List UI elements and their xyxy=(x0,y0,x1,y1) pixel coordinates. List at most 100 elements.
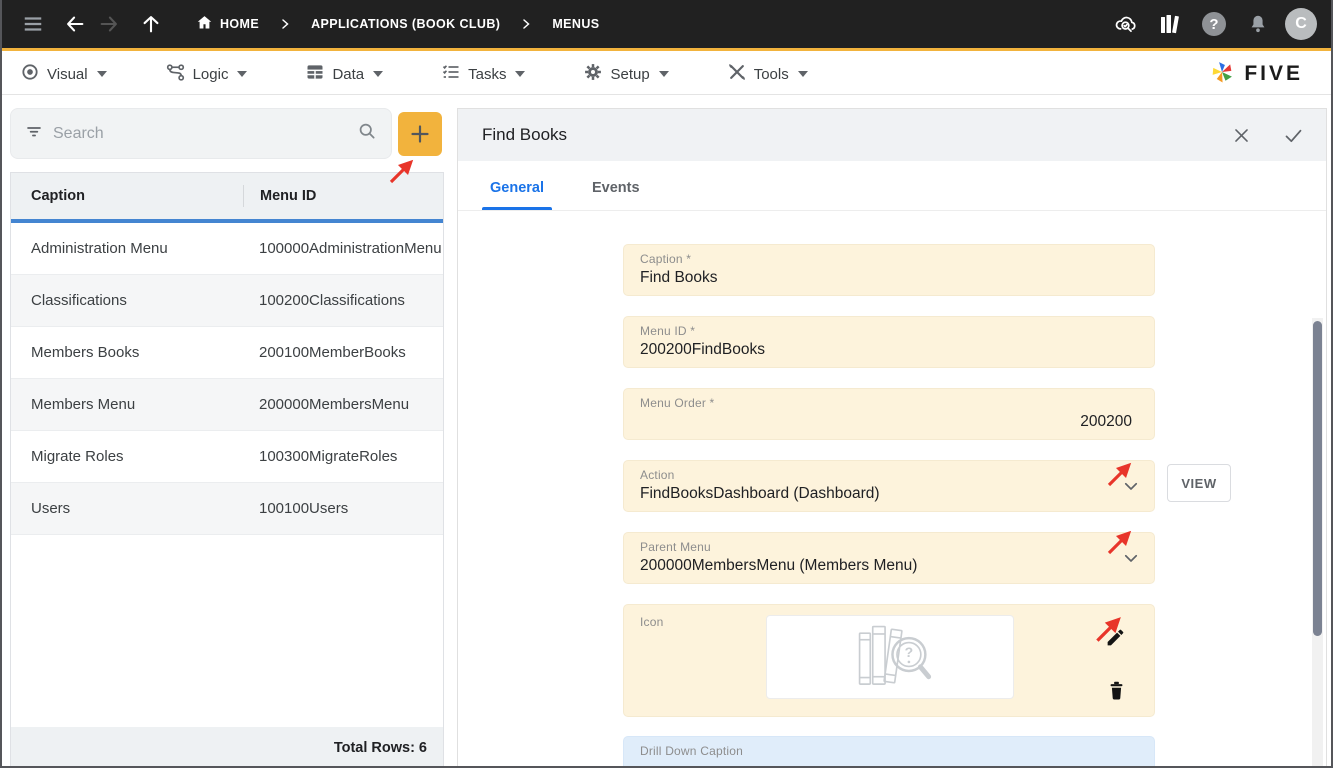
parent-menu-field-label: Parent Menu xyxy=(640,540,1138,554)
tab-events-label: Events xyxy=(592,180,640,196)
total-rows-label: Total Rows: 6 xyxy=(334,740,427,756)
form-scrollbar-track[interactable] xyxy=(1312,318,1323,768)
menu-data[interactable]: Data xyxy=(305,62,383,86)
list-footer: Total Rows: 6 xyxy=(11,727,443,768)
row-menu-id: 100000AdministrationMenu xyxy=(243,240,443,257)
menu-id-field[interactable]: Menu ID * 200200FindBooks xyxy=(623,316,1155,368)
save-check-icon[interactable] xyxy=(1280,122,1306,148)
chevron-down-icon xyxy=(373,71,383,77)
topbar-actions: ? C xyxy=(1109,7,1317,41)
menu-tools[interactable]: Tools xyxy=(727,62,808,86)
cloud-search-icon[interactable] xyxy=(1109,7,1143,41)
setup-gear-icon xyxy=(583,62,603,86)
chevron-down-icon[interactable] xyxy=(1122,477,1140,500)
close-icon[interactable] xyxy=(1228,122,1254,148)
menu-tasks[interactable]: Tasks xyxy=(441,62,525,86)
caption-field-label: Caption * xyxy=(640,252,1138,266)
help-icon[interactable]: ? xyxy=(1197,7,1231,41)
drill-down-field-label: Drill Down Caption xyxy=(640,744,1138,758)
filter-icon[interactable] xyxy=(25,122,43,145)
menu-logic[interactable]: Logic xyxy=(165,62,248,87)
help-glyph: ? xyxy=(1209,16,1218,33)
chevron-right-icon xyxy=(273,18,297,30)
menus-list: Caption Menu ID Administration Menu 1000… xyxy=(10,172,444,768)
tab-general[interactable]: General xyxy=(482,180,552,210)
icon-field: Icon ? xyxy=(623,604,1155,717)
menu-setup[interactable]: Setup xyxy=(583,62,668,86)
app-window: HOME APPLICATIONS (BOOK CLUB) MENUS ? C xyxy=(0,0,1333,768)
search-input[interactable] xyxy=(53,125,347,143)
avatar-initial: C xyxy=(1295,15,1307,33)
find-books-illustration: ? xyxy=(827,620,953,694)
breadcrumb-applications[interactable]: APPLICATIONS (BOOK CLUB) xyxy=(301,17,510,31)
table-row[interactable]: Administration Menu 100000Administration… xyxy=(11,223,443,275)
breadcrumb: HOME APPLICATIONS (BOOK CLUB) MENUS xyxy=(186,14,610,34)
drill-down-caption-field[interactable]: Drill Down Caption xyxy=(623,736,1155,768)
add-menu-button[interactable] xyxy=(398,112,442,156)
list-header: Caption Menu ID xyxy=(11,173,443,223)
row-caption: Classifications xyxy=(31,292,243,309)
menu-id-field-label: Menu ID * xyxy=(640,324,1138,338)
table-row[interactable]: Classifications 100200Classifications xyxy=(11,275,443,327)
hamburger-menu-icon[interactable] xyxy=(16,7,50,41)
row-caption: Migrate Roles xyxy=(31,448,243,465)
form-area: Caption * Find Books Menu ID * 200200Fin… xyxy=(458,211,1326,768)
menu-visual[interactable]: Visual xyxy=(20,62,107,86)
five-logo-icon xyxy=(1208,57,1236,92)
row-caption: Members Books xyxy=(31,344,243,361)
home-icon xyxy=(196,14,213,34)
visibility-icon xyxy=(20,62,40,86)
row-caption: Administration Menu xyxy=(31,240,243,257)
library-books-icon[interactable] xyxy=(1153,7,1187,41)
table-row[interactable]: Members Books 200100MemberBooks xyxy=(11,327,443,379)
icon-preview-box: ? xyxy=(766,615,1014,699)
bell-icon[interactable] xyxy=(1241,7,1275,41)
five-brand: FIVE xyxy=(1208,57,1303,92)
detail-header: Find Books xyxy=(458,109,1326,161)
tools-icon xyxy=(727,62,747,86)
search-icon[interactable] xyxy=(357,121,377,146)
question-glyph: ? xyxy=(905,644,914,660)
breadcrumb-home[interactable]: HOME xyxy=(186,14,269,34)
column-header-caption[interactable]: Caption xyxy=(31,188,243,204)
column-header-menu-id[interactable]: Menu ID xyxy=(243,185,443,207)
chevron-down-icon[interactable] xyxy=(1122,549,1140,572)
menu-order-field[interactable]: Menu Order * 200200 xyxy=(623,388,1155,440)
up-icon[interactable] xyxy=(134,7,168,41)
chevron-down-icon xyxy=(237,71,247,77)
breadcrumb-menus[interactable]: MENUS xyxy=(542,17,609,31)
detail-panel: Find Books General Events Caption * Find… xyxy=(457,108,1327,768)
tab-events[interactable]: Events xyxy=(584,180,648,210)
table-row[interactable]: Migrate Roles 100300MigrateRoles xyxy=(11,431,443,483)
tab-general-label: General xyxy=(490,180,544,196)
edit-pencil-icon[interactable] xyxy=(1105,627,1126,653)
detail-tabs: General Events xyxy=(458,161,1326,211)
row-menu-id: 200000MembersMenu xyxy=(243,396,443,413)
row-menu-id: 100100Users xyxy=(243,500,443,517)
table-row[interactable]: Members Menu 200000MembersMenu xyxy=(11,379,443,431)
user-avatar[interactable]: C xyxy=(1285,8,1317,40)
caption-field[interactable]: Caption * Find Books xyxy=(623,244,1155,296)
table-row[interactable]: Users 100100Users xyxy=(11,483,443,535)
parent-menu-select-field[interactable]: Parent Menu 200000MembersMenu (Members M… xyxy=(623,532,1155,584)
top-navigation-bar: HOME APPLICATIONS (BOOK CLUB) MENUS ? C xyxy=(2,0,1331,51)
menu-toolbar: Visual Logic Data Tasks Setup Tools FIVE xyxy=(2,54,1331,95)
chevron-down-icon xyxy=(798,71,808,77)
row-caption: Users xyxy=(31,500,243,517)
row-menu-id: 100300MigrateRoles xyxy=(243,448,443,465)
chevron-down-icon xyxy=(97,71,107,77)
page-title: Find Books xyxy=(482,125,567,145)
forward-icon[interactable] xyxy=(92,7,126,41)
breadcrumb-applications-label: APPLICATIONS (BOOK CLUB) xyxy=(311,17,500,31)
form-column: Caption * Find Books Menu ID * 200200Fin… xyxy=(623,244,1155,768)
back-icon[interactable] xyxy=(58,7,92,41)
breadcrumb-menus-label: MENUS xyxy=(552,17,599,31)
action-select-field[interactable]: Action FindBooksDashboard (Dashboard) xyxy=(623,460,1155,512)
delete-trash-icon[interactable] xyxy=(1107,680,1126,706)
menu-data-label: Data xyxy=(332,66,364,83)
menu-visual-label: Visual xyxy=(47,66,88,83)
form-scrollbar-thumb[interactable] xyxy=(1313,321,1322,636)
view-button[interactable]: VIEW xyxy=(1167,464,1231,502)
action-field-label: Action xyxy=(640,468,1138,482)
menu-tasks-label: Tasks xyxy=(468,66,506,83)
